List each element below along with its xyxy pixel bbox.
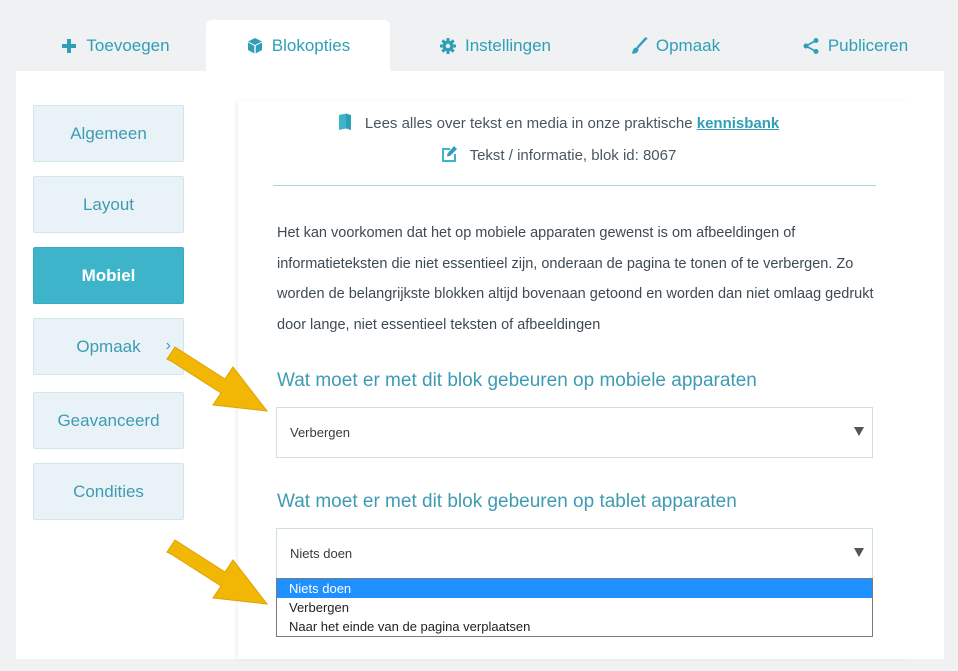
sidebar-item-opmaak[interactable]: Opmaak › [33, 318, 184, 375]
block-info-text: Tekst / informatie, blok id: 8067 [469, 147, 677, 164]
knowledge-base-text: Lees alles over tekst en media in onze p… [364, 115, 693, 132]
sidebar-item-condities[interactable]: Condities [33, 463, 184, 520]
dropdown-option-verbergen[interactable]: Verbergen [277, 598, 872, 617]
tab-instellingen[interactable]: Instellingen [420, 20, 570, 72]
sidebar-item-label: Geavanceerd [57, 410, 160, 430]
tab-blokopties[interactable]: Blokopties [206, 20, 390, 72]
tab-label: Publiceren [827, 36, 909, 55]
sidebar-item-label: Condities [73, 481, 144, 501]
tablet-select-dropdown: Niets doen Verbergen Naar het einde van … [276, 578, 873, 637]
gear-icon [439, 37, 457, 55]
mobile-select-value: Verbergen [290, 425, 350, 440]
knowledge-base-line: Lees alles over tekst en media in onze p… [258, 113, 858, 135]
caret-down-icon [854, 548, 864, 557]
block-info-line: Tekst / informatie, blok id: 8067 [258, 145, 858, 167]
tab-label: Instellingen [464, 36, 551, 55]
share-icon [802, 37, 820, 55]
mobile-question-label: Wat moet er met dit blok gebeuren op mob… [277, 370, 757, 391]
tablet-question-label: Wat moet er met dit blok gebeuren op tab… [277, 491, 737, 512]
sidebar-item-geavanceerd[interactable]: Geavanceerd [33, 392, 184, 449]
cube-icon [246, 37, 264, 55]
tab-label: Blokopties [271, 36, 351, 55]
sidebar-item-algemeen[interactable]: Algemeen [33, 105, 184, 162]
dropdown-option-niets-doen[interactable]: Niets doen [277, 579, 872, 598]
sidebar-item-label: Layout [82, 194, 135, 214]
plus-icon [60, 37, 78, 55]
annotation-arrow-icon [166, 539, 269, 605]
description-text: Het kan voorkomen dat het op mobiele app… [277, 225, 874, 333]
divider [273, 185, 876, 186]
sidebar-item-label: Algemeen [70, 123, 147, 143]
sidebar-item-mobiel[interactable]: Mobiel [33, 247, 184, 304]
annotation-arrow-icon [166, 346, 269, 412]
mobile-select[interactable]: Verbergen [276, 407, 873, 458]
kennisbank-link[interactable]: kennisbank [697, 115, 780, 132]
brush-icon [630, 37, 648, 55]
caret-down-icon [854, 427, 864, 436]
sidebar-item-label: Mobiel [81, 265, 136, 285]
book-icon [337, 113, 353, 135]
dropdown-option-verplaatsen[interactable]: Naar het einde van de pagina verplaatsen [277, 617, 872, 636]
sidebar-item-layout[interactable]: Layout [33, 176, 184, 233]
tab-toevoegen[interactable]: Toevoegen [40, 20, 190, 72]
edit-document-icon [440, 145, 458, 167]
tab-label: Toevoegen [86, 36, 170, 55]
tablet-select-value: Niets doen [290, 546, 353, 561]
sidebar-item-label: Opmaak [76, 336, 141, 356]
tablet-select[interactable]: Niets doen [276, 528, 873, 579]
tab-label: Opmaak [655, 36, 721, 55]
top-tab-bar: Toevoegen Blokopties Instellingen Opmaak… [0, 0, 958, 72]
tab-opmaak[interactable]: Opmaak [610, 20, 740, 72]
tab-publiceren[interactable]: Publiceren [790, 20, 920, 72]
